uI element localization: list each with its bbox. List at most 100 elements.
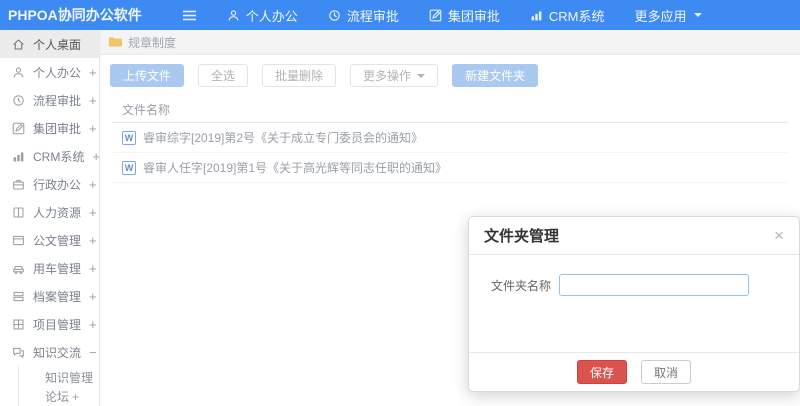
sidebar-item-label: 项目管理 xyxy=(33,317,82,332)
nav-item-label: 流程审批 xyxy=(346,8,399,24)
sidebar-item-label: 集团审批 xyxy=(33,121,82,136)
sidebar-item-label: 公文管理 xyxy=(33,233,82,248)
sidebar-item-label: 流程审批 xyxy=(33,93,82,108)
more-actions-label: 更多操作 xyxy=(363,69,412,83)
expand-indicator: + xyxy=(89,120,97,136)
expand-indicator: + xyxy=(92,148,100,164)
history-icon xyxy=(328,9,341,22)
word-file-icon: W xyxy=(122,160,136,175)
sidebar-item-document-management[interactable]: 公文管理 + xyxy=(0,226,99,254)
history-icon xyxy=(12,94,25,107)
app-logo: PHPOA协同办公软件 xyxy=(8,7,142,23)
nav-item-label: CRM系统 xyxy=(548,8,605,24)
folder-icon xyxy=(108,35,122,50)
cancel-button[interactable]: 取消 xyxy=(641,360,692,384)
more-actions-button[interactable]: 更多操作 xyxy=(350,64,439,87)
briefcase-icon xyxy=(12,178,25,191)
select-all-button[interactable]: 全选 xyxy=(198,64,249,87)
nav-item-personal-office[interactable]: 个人办公 xyxy=(227,6,298,25)
file-name-link[interactable]: 睿审综字[2019]第2号《关于成立专门委员会的通知》 xyxy=(143,129,423,146)
table-row: W 睿审人任字[2019]第1号《关于高光辉等同志任职的通知》 xyxy=(112,153,788,183)
caret-down-icon xyxy=(694,13,703,17)
expand-indicator: + xyxy=(89,316,97,332)
folder-name-form-row: 文件夹名称 xyxy=(491,274,799,296)
sidebar-subitem-forum[interactable]: 论坛 + xyxy=(19,387,99,406)
nav-item-crm-system[interactable]: CRM系统 xyxy=(530,6,605,25)
nav-item-label: 个人办公 xyxy=(245,8,298,24)
sidebar-item-vehicle-management[interactable]: 用车管理 + xyxy=(0,254,99,282)
new-folder-button[interactable]: 新建文件夹 xyxy=(452,64,539,87)
sidebar-item-label: 个人办公 xyxy=(33,65,82,80)
main-content: 规章制度 上传文件 全选 批量删除 更多操作 新建文件夹 文件名称 W 睿审综字… xyxy=(100,30,800,183)
sidebar-item-label: 个人桌面 xyxy=(33,37,82,52)
sidebar-item-group-approval[interactable]: 集团审批 + xyxy=(0,114,99,142)
sidebar-toggle-button[interactable] xyxy=(182,9,197,22)
table-header-file-name: 文件名称 xyxy=(112,97,788,123)
knowledge-exchange-submenu: 知识管理 论坛 + 下载管理 公共文件柜 xyxy=(18,366,99,406)
folder-name-label: 文件夹名称 xyxy=(491,278,552,293)
sidebar-item-human-resources[interactable]: 人力资源 + xyxy=(0,198,99,226)
sidebar-item-crm-system[interactable]: CRM系统 + xyxy=(0,142,100,170)
file-table: 文件名称 W 睿审综字[2019]第2号《关于成立专门委员会的通知》 W 睿审人… xyxy=(112,97,788,183)
nav-item-label: 更多应用 xyxy=(634,8,687,24)
sidebar-item-label: 用车管理 xyxy=(33,261,82,276)
expand-indicator: + xyxy=(89,64,97,80)
file-name-link[interactable]: 睿审人任字[2019]第1号《关于高光辉等同志任职的通知》 xyxy=(143,159,447,176)
caret-down-icon xyxy=(417,73,426,78)
sidebar-item-project-management[interactable]: 项目管理 + xyxy=(0,310,99,338)
top-navbar: PHPOA协同办公软件 个人办公 流程审批 集团审批 CRM系统 更多应用 xyxy=(0,0,800,30)
nav-item-group-approval[interactable]: 集团审批 xyxy=(429,6,500,25)
sidebar-item-label: 知识交流 xyxy=(33,345,82,360)
expand-indicator: + xyxy=(89,204,97,220)
nav-item-label: 集团审批 xyxy=(447,8,500,24)
table-row: W 睿审综字[2019]第2号《关于成立专门委员会的通知》 xyxy=(112,123,788,153)
book-icon xyxy=(12,206,25,219)
expand-indicator: + xyxy=(89,232,97,248)
car-icon xyxy=(12,262,25,275)
sidebar-subitem-label: 论坛 xyxy=(45,390,70,404)
sidebar-item-personal-office[interactable]: 个人办公 + xyxy=(0,58,99,86)
sidebar-item-archive-management[interactable]: 档案管理 + xyxy=(0,282,99,310)
archive-icon xyxy=(12,290,25,303)
folder-name-input[interactable] xyxy=(559,274,750,296)
grid-icon xyxy=(12,318,25,331)
expand-indicator: + xyxy=(89,288,97,304)
breadcrumb-label: 规章制度 xyxy=(128,35,177,50)
sidebar-item-personal-desktop[interactable]: 个人桌面 xyxy=(0,30,99,58)
edit-icon xyxy=(12,122,25,135)
chat-icon xyxy=(12,346,25,359)
bar-chart-icon xyxy=(530,9,543,22)
sidebar-item-label: 行政办公 xyxy=(33,177,82,192)
sidebar-subitem-knowledge-management[interactable]: 知识管理 xyxy=(19,368,99,387)
nav-item-more-apps[interactable]: 更多应用 xyxy=(634,6,703,25)
expand-indicator: + xyxy=(71,389,79,404)
home-icon xyxy=(12,38,25,51)
expand-indicator: + xyxy=(89,176,97,192)
save-button[interactable]: 保存 xyxy=(576,360,627,384)
nav-item-process-approval[interactable]: 流程审批 xyxy=(328,6,399,25)
menu-icon xyxy=(182,9,197,22)
toolbar: 上传文件 全选 批量删除 更多操作 新建文件夹 xyxy=(100,55,800,95)
modal-footer: 保存 取消 xyxy=(469,352,799,391)
word-file-icon: W xyxy=(122,130,136,145)
user-icon xyxy=(227,9,240,22)
sidebar: 个人桌面 个人办公 + 流程审批 + 集团审批 + CRM系统 + 行政办公 +… xyxy=(0,30,100,406)
expand-indicator: + xyxy=(89,92,97,108)
navbar-menu: 个人办公 流程审批 集团审批 CRM系统 更多应用 xyxy=(227,6,703,25)
user-icon xyxy=(12,66,25,79)
sidebar-item-process-approval[interactable]: 流程审批 + xyxy=(0,86,99,114)
breadcrumb: 规章制度 xyxy=(100,30,800,55)
modal-body: 文件夹名称 xyxy=(469,255,799,352)
expand-indicator: + xyxy=(89,260,97,276)
batch-delete-button[interactable]: 批量删除 xyxy=(262,64,337,87)
close-icon[interactable]: × xyxy=(774,227,784,244)
modal-header: 文件夹管理 × xyxy=(469,217,799,255)
upload-file-button[interactable]: 上传文件 xyxy=(110,64,185,87)
sidebar-item-knowledge-exchange[interactable]: 知识交流 − xyxy=(0,338,99,366)
edit-icon xyxy=(429,9,442,22)
folder-management-modal: 文件夹管理 × 文件夹名称 保存 取消 xyxy=(468,216,800,392)
sidebar-subitem-label: 知识管理 xyxy=(45,371,94,385)
sidebar-item-admin-office[interactable]: 行政办公 + xyxy=(0,170,99,198)
document-icon xyxy=(12,234,25,247)
bar-chart-icon xyxy=(12,150,25,163)
